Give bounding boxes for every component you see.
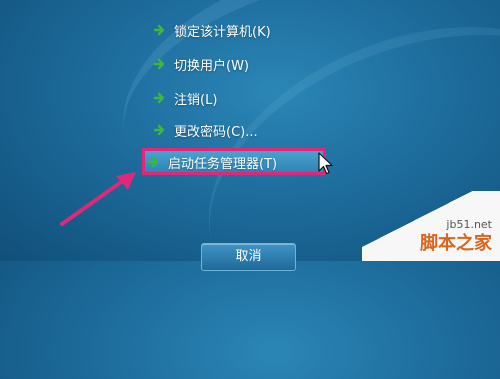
- menu-item-change-password[interactable]: 更改密码(C)...: [152, 118, 352, 142]
- green-arrow-icon: [152, 22, 168, 38]
- menu-item-label: 注销(L): [174, 92, 218, 108]
- menu-item-label: 启动任务管理器(T): [168, 156, 278, 172]
- menu-item-switch-user[interactable]: 切换用户(W): [152, 52, 352, 76]
- annotation-arrow-icon: [60, 172, 136, 226]
- cancel-button[interactable]: 取消: [201, 243, 296, 271]
- menu-item-lock-computer[interactable]: 锁定该计算机(K): [152, 18, 352, 42]
- green-arrow-icon: [152, 56, 168, 72]
- green-arrow-icon: [146, 154, 162, 170]
- watermark-name: 脚本之家: [420, 233, 492, 254]
- mouse-cursor-icon: [318, 152, 333, 175]
- watermark: jb51.net 脚本之家: [362, 191, 500, 261]
- green-arrow-icon: [152, 90, 168, 106]
- menu-item-label: 更改密码(C)...: [174, 124, 258, 140]
- menu-item-label: 切换用户(W): [174, 58, 249, 74]
- green-arrow-icon: [152, 122, 168, 138]
- menu-item-label: 锁定该计算机(K): [174, 24, 271, 40]
- menu-item-log-off[interactable]: 注销(L): [152, 86, 352, 110]
- menu-item-start-task-manager[interactable]: 启动任务管理器(T): [146, 150, 346, 174]
